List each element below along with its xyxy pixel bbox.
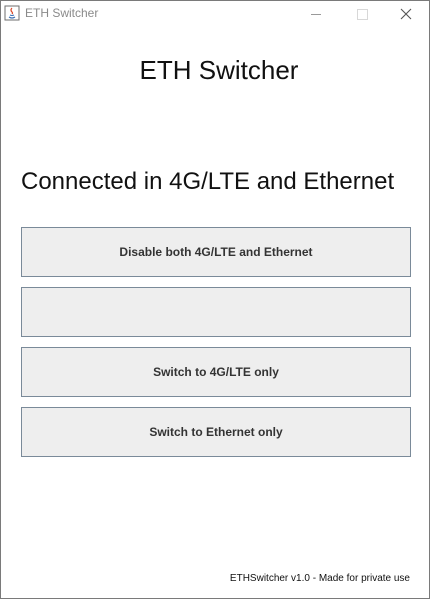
switch-to-ethernet-button-label: Switch to Ethernet only: [149, 425, 283, 439]
footer-credit: ETHSwitcher v1.0 - Made for private use: [229, 573, 410, 584]
maximize-icon: [356, 8, 368, 20]
app-window: ETH Switcher ETH Switcher Connected in 4…: [0, 0, 430, 599]
close-icon: [400, 8, 412, 20]
disable-both-button-label: Disable both 4G/LTE and Ethernet: [119, 245, 313, 259]
switch-to-lte-button-label: Switch to 4G/LTE only: [153, 365, 279, 379]
minimize-icon: [311, 13, 321, 15]
blank-button[interactable]: [21, 287, 411, 337]
window-title: ETH Switcher: [25, 6, 99, 20]
title-bar[interactable]: ETH Switcher: [1, 1, 429, 27]
switch-to-ethernet-button[interactable]: Switch to Ethernet only: [21, 407, 411, 457]
close-button[interactable]: [383, 1, 429, 27]
maximize-button[interactable]: [339, 1, 385, 27]
connection-status: Connected in 4G/LTE and Ethernet: [21, 168, 395, 195]
app-heading: ETH Switcher: [139, 55, 299, 85]
disable-both-button[interactable]: Disable both 4G/LTE and Ethernet: [21, 227, 411, 277]
java-app-icon: [4, 5, 20, 21]
switch-to-lte-button[interactable]: Switch to 4G/LTE only: [21, 347, 411, 397]
minimize-button[interactable]: [293, 1, 339, 27]
